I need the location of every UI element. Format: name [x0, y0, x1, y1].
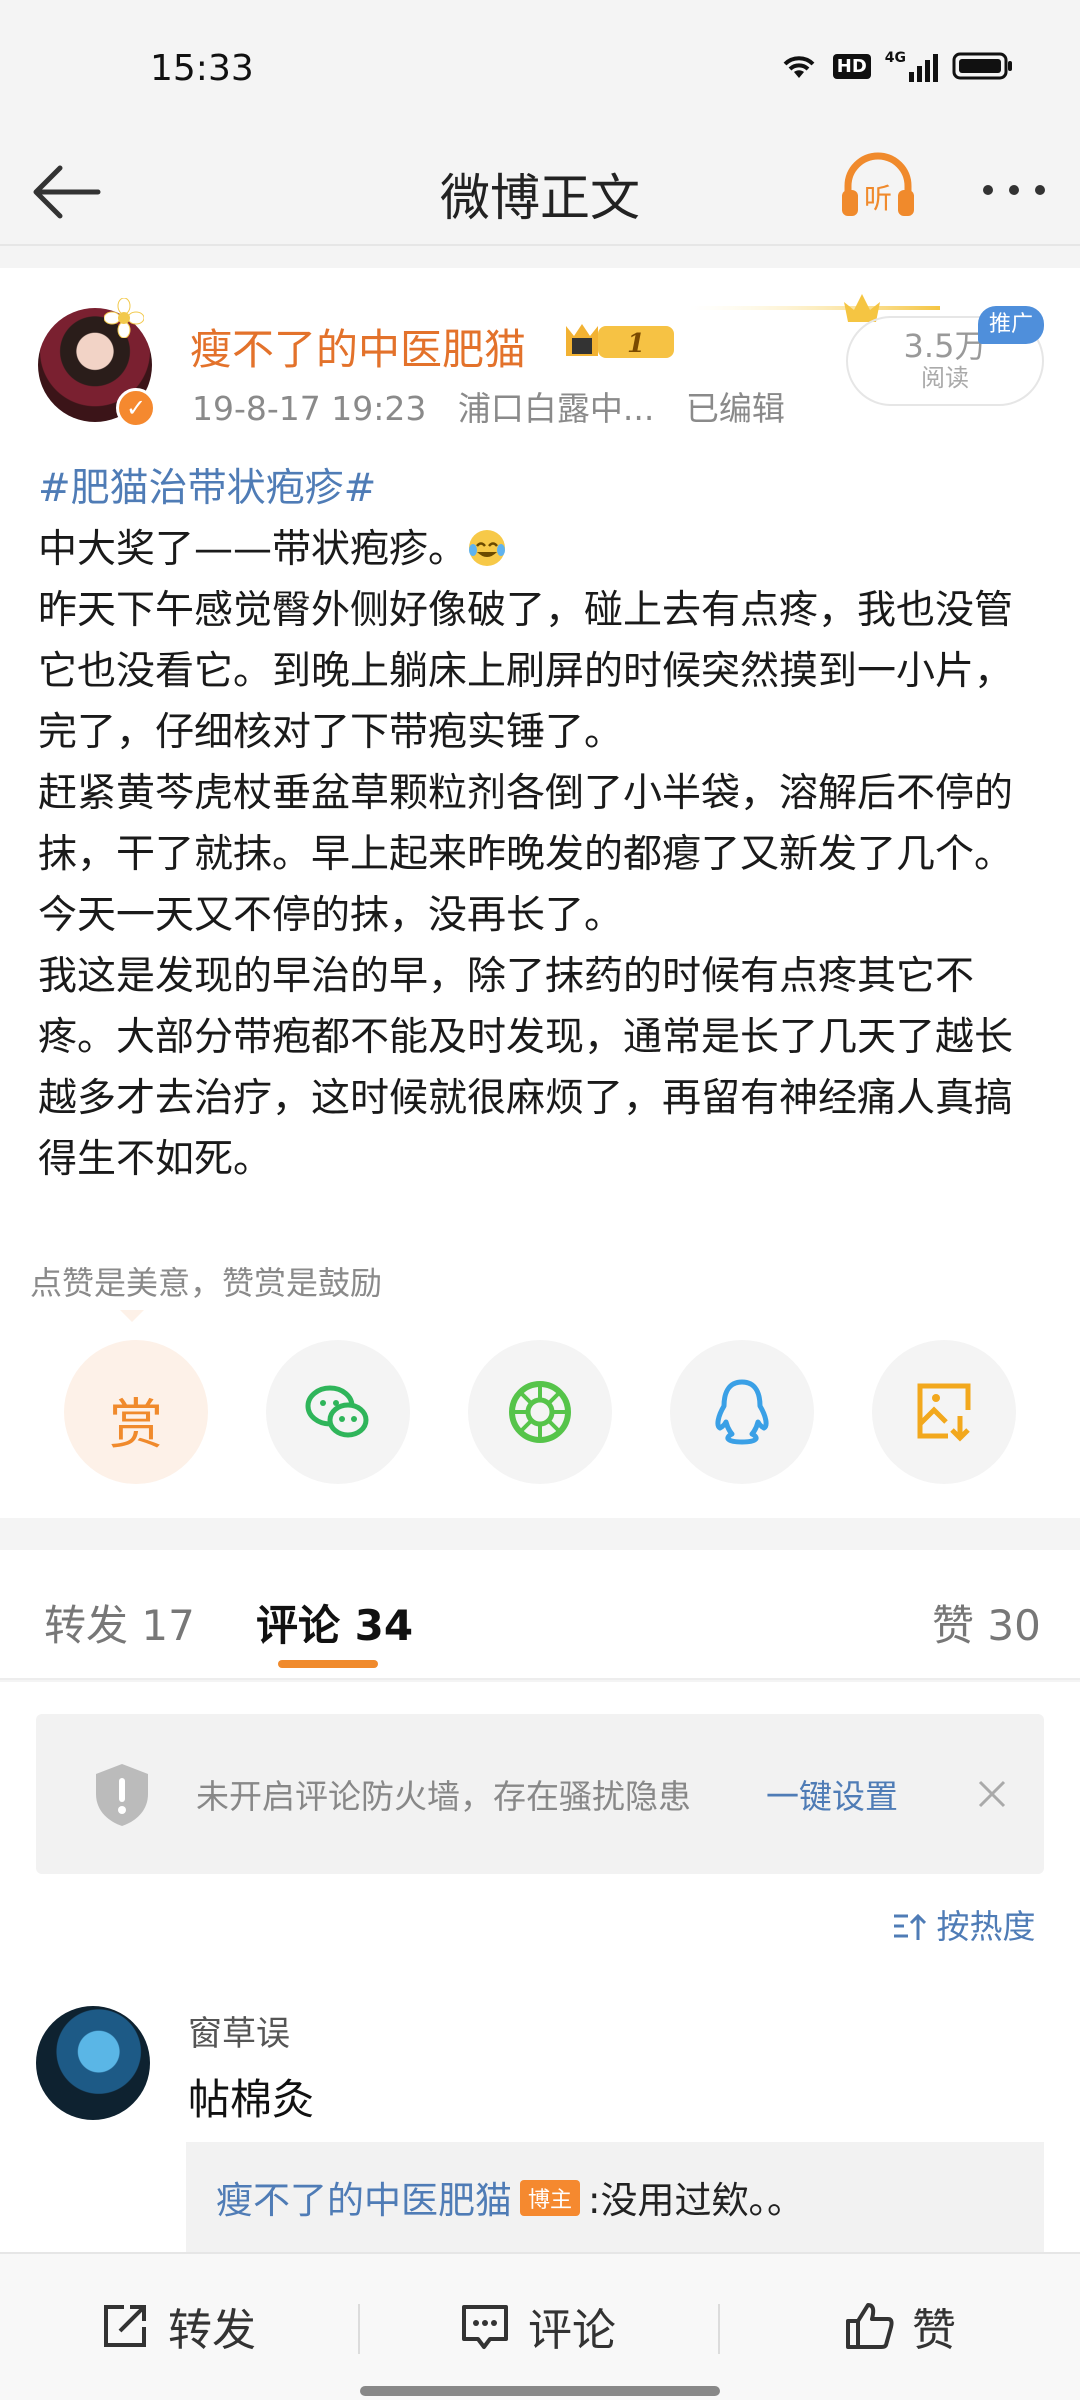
- save-image-icon: [917, 1383, 971, 1442]
- post-location[interactable]: 浦口白露中...: [458, 389, 654, 428]
- status-icons: HD 4G: [779, 50, 1014, 82]
- post-time: 19-8-17 19:23: [192, 389, 427, 428]
- sort-label: 按热度: [936, 1907, 1036, 1946]
- battery-icon: [952, 52, 1012, 80]
- reward-button[interactable]: 赏: [64, 1340, 208, 1484]
- status-time: 15:33: [150, 48, 254, 89]
- blogger-badge: 博主: [520, 2180, 581, 2216]
- status-bar: 15:33 HD 4G: [0, 0, 1080, 140]
- signal-icon: 4G: [885, 50, 938, 82]
- author-name[interactable]: 瘦不了的中医肥猫: [190, 316, 526, 377]
- repost-button[interactable]: 转发: [98, 2296, 256, 2356]
- tab-active-indicator: [278, 1660, 378, 1668]
- hd-icon: HD: [832, 53, 871, 79]
- reply-author[interactable]: 瘦不了的中医肥猫: [216, 2179, 512, 2222]
- repost-icon: [104, 2305, 146, 2347]
- qq-icon: [715, 1379, 769, 1445]
- vip-level-badge-icon[interactable]: 1: [564, 318, 682, 364]
- moments-icon: [509, 1381, 571, 1443]
- home-indicator: [360, 2386, 720, 2396]
- edited-label[interactable]: 已编辑: [686, 389, 785, 428]
- tip-pointer-icon: [120, 1310, 144, 1322]
- reward-label: 赏: [109, 1393, 163, 1456]
- tab-comment[interactable]: 评论 34: [256, 1592, 413, 1653]
- wifi-icon: [783, 56, 815, 78]
- comment-button[interactable]: 评论: [458, 2296, 616, 2356]
- comment-reply-preview[interactable]: 瘦不了的中医肥猫 博主:没用过欸。。: [186, 2142, 1044, 2254]
- read-count-label: 阅读: [921, 364, 969, 392]
- post-card: ✓ 瘦不了的中医肥猫 1 19-8-17 19:23 浦口白露中... 已编辑 …: [0, 268, 1080, 1518]
- flower-decoration-icon: [104, 298, 144, 338]
- comments-section: 未开启评论防火墙，存在骚扰隐患 一键设置 按热度 窗草误 帖棉灸 瘦不了的中医肥…: [0, 1682, 1080, 2254]
- tab-like[interactable]: 赞 30: [932, 1592, 1041, 1653]
- sort-by-hot-button[interactable]: 按热度: [892, 1900, 1036, 1948]
- promote-badge[interactable]: 推广: [978, 306, 1044, 344]
- reward-tip: 点赞是美意，赞赏是鼓励: [30, 1264, 383, 1302]
- share-wechat-button[interactable]: [266, 1340, 410, 1484]
- shield-icon: [96, 1764, 148, 1826]
- divider: [718, 2304, 720, 2354]
- post-paragraph: 中大奖了——带状疱疹。: [38, 527, 468, 572]
- bottom-action-bar: 转发 评论 赞: [0, 2252, 1080, 2400]
- share-moments-button[interactable]: [468, 1340, 612, 1484]
- share-row: 赏: [64, 1340, 1024, 1486]
- comment-firewall-notice: 未开启评论防火墙，存在骚扰隐患 一键设置: [36, 1714, 1044, 1874]
- sort-icon: [894, 1913, 926, 1940]
- vip-level: 1: [627, 329, 645, 359]
- close-icon[interactable]: [972, 1774, 1012, 1814]
- comment-text: 帖棉灸: [188, 2075, 315, 2124]
- thumbs-up-icon: [846, 2303, 894, 2349]
- save-image-button[interactable]: [872, 1340, 1016, 1484]
- firewall-text: 未开启评论防火墙，存在骚扰隐患: [196, 1777, 691, 1816]
- reply-text: :没用过欸。。: [588, 2179, 804, 2222]
- firewall-setup-link[interactable]: 一键设置: [766, 1770, 898, 1818]
- post-paragraph: 昨天下午感觉臀外侧好像破了，碰上去有点疼，我也没管它也没看它。到晚上躺床上刷屏的…: [38, 588, 1014, 755]
- more-options-icon[interactable]: [978, 162, 1050, 218]
- commenter-avatar[interactable]: [36, 2006, 150, 2120]
- commenter-name[interactable]: 窗草误: [188, 2006, 290, 2055]
- laugh-cry-emoji-icon: [469, 530, 506, 566]
- verified-badge-icon: ✓: [116, 388, 156, 428]
- like-button[interactable]: 赞: [842, 2296, 956, 2356]
- post-paragraph: 我这是发现的早治的早，除了抹药的时候有点疼其它不疼。大部分带疱都不能及时发现，通…: [38, 954, 1014, 1182]
- like-label: 赞: [912, 2305, 956, 2356]
- listen-label: 听: [864, 182, 892, 215]
- post-hashtag[interactable]: #肥猫治带状疱疹#: [38, 466, 376, 511]
- post-body: #肥猫治带状疱疹# 中大奖了——带状疱疹。 昨天下午感觉臀外侧好像破了，碰上去有…: [38, 458, 1048, 1190]
- page-title: 微博正文: [440, 169, 640, 227]
- top-nav-bar: 微博正文 听: [0, 140, 1080, 246]
- repost-label: 转发: [168, 2305, 256, 2356]
- network-type: 4G: [884, 50, 906, 66]
- comment-label: 评论: [528, 2305, 616, 2356]
- tab-repost[interactable]: 转发 17: [44, 1592, 195, 1653]
- share-qq-button[interactable]: [670, 1340, 814, 1484]
- post-paragraph: 赶紧黄芩虎杖垂盆草颗粒剂各倒了小半袋，溶解后不停的抹，干了就抹。早上起来昨晚发的…: [38, 771, 1014, 938]
- divider: [358, 2304, 360, 2354]
- post-meta: 19-8-17 19:23 浦口白露中... 已编辑: [192, 382, 785, 430]
- wechat-icon: [305, 1385, 369, 1438]
- interaction-tabs: 转发 17 评论 34 赞 30: [0, 1550, 1080, 1680]
- listen-icon[interactable]: 听: [838, 148, 918, 228]
- comment-icon: [462, 2305, 508, 2349]
